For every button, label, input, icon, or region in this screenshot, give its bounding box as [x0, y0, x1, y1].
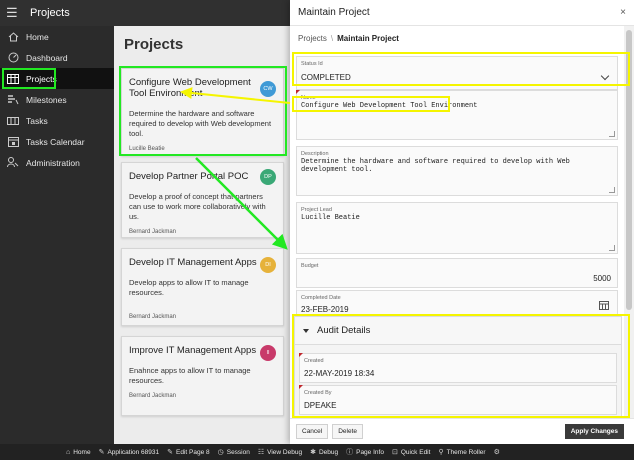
resize-handle-icon[interactable] — [609, 187, 615, 193]
breadcrumb-parent[interactable]: Projects — [298, 34, 327, 43]
budget-field[interactable]: Budget 5000 — [296, 258, 618, 288]
devbar-home[interactable]: ⌂ Home — [66, 449, 91, 456]
resize-handle-icon[interactable] — [609, 245, 615, 251]
page-title: Projects — [124, 36, 184, 53]
field-value: Lucille Beatie — [301, 214, 360, 222]
settings-icon: ⚙ — [493, 449, 500, 456]
breadcrumb-separator: \ — [330, 34, 334, 43]
sidebar-item-label: Tasks — [26, 115, 48, 126]
card-description: Enahnce apps to allow IT to manage resou… — [129, 366, 251, 385]
description-field[interactable]: Description Determine the hardware and s… — [296, 146, 618, 196]
devbar-edit-page[interactable]: ✎ Edit Page 8 — [167, 448, 209, 457]
theme-roller-icon: ⚲ — [438, 449, 444, 456]
breadcrumb-current: Maintain Project — [337, 34, 399, 43]
quick-edit-icon: ⊡ — [391, 449, 398, 456]
devbar-page-info[interactable]: ⓘ Page Info — [346, 447, 384, 457]
devbar-theme-roller[interactable]: ⚲ Theme Roller — [438, 448, 485, 457]
edit-page-icon: ✎ — [167, 449, 174, 456]
home-icon — [6, 31, 20, 42]
devbar-debug[interactable]: ✱ Debug — [310, 448, 338, 457]
home-icon: ⌂ — [66, 448, 71, 456]
close-icon[interactable]: × — [620, 7, 626, 18]
card-description: Develop a proof of concept that partners… — [129, 192, 266, 221]
sidebar-item-label: Milestones — [26, 94, 67, 105]
apply-changes-button[interactable]: Apply Changes — [564, 424, 624, 439]
cancel-button[interactable]: Cancel — [296, 424, 329, 439]
dialog-footer: Cancel Delete Apply Changes — [290, 418, 634, 444]
calendar-icon — [6, 136, 20, 147]
sidebar-item-tasks[interactable]: Tasks — [0, 110, 114, 131]
card-avatar: DP — [260, 169, 276, 185]
card-highlight — [119, 66, 287, 156]
project-card[interactable]: Improve IT Management Apps II Enahnce ap… — [121, 336, 284, 416]
view-debug-icon: ☷ — [257, 449, 265, 456]
developer-toolbar: ⌂ Home ✎ Application 68931 ✎ Edit Page 8 ◷ S… — [0, 444, 634, 460]
hamburger-menu-icon[interactable]: ☰ — [6, 5, 26, 21]
devbar-session[interactable]: ◷ Session — [217, 448, 250, 457]
dialog-header: Maintain Project × — [290, 0, 634, 26]
card-title: Improve IT Management Apps — [129, 345, 257, 356]
resize-handle-icon[interactable] — [609, 131, 615, 137]
project-card[interactable]: Develop Partner Portal POC DP Develop a … — [121, 162, 284, 238]
status-highlight — [292, 52, 630, 86]
tasks-icon — [6, 116, 20, 126]
administration-icon — [6, 157, 20, 168]
info-icon: ⓘ — [346, 449, 354, 456]
debug-icon: ✱ — [310, 449, 316, 456]
app-title: Projects — [30, 7, 70, 19]
sidebar-item-label: Administration — [26, 157, 80, 168]
card-description: Develop apps to allow IT to manage resou… — [129, 278, 249, 297]
sidebar-item-milestones[interactable]: Milestones — [0, 89, 114, 110]
sidebar-item-label: Home — [26, 31, 49, 42]
calendar-icon[interactable] — [599, 301, 609, 312]
project-card[interactable]: Develop IT Management Apps DI Develop ap… — [121, 248, 284, 326]
sidebar-item-label: Dashboard — [26, 52, 68, 63]
name-highlight — [292, 96, 450, 112]
delete-button[interactable]: Delete — [332, 424, 364, 439]
sidebar-item-label: Tasks Calendar — [26, 136, 85, 147]
card-avatar: II — [260, 345, 276, 361]
field-value: 23-FEB-2019 — [301, 305, 349, 314]
field-label: Completed Date — [301, 295, 341, 301]
card-title: Develop Partner Portal POC — [129, 171, 249, 182]
field-label: Budget — [301, 263, 319, 269]
projects-nav-highlight — [2, 68, 56, 89]
devbar-application[interactable]: ✎ Application 68931 — [98, 448, 160, 457]
sidebar-item-tasks-calendar[interactable]: Tasks Calendar — [0, 131, 114, 152]
required-indicator — [296, 90, 300, 94]
milestones-icon — [6, 94, 20, 105]
project-lead-field[interactable]: Project Lead Lucille Beatie — [296, 202, 618, 254]
dialog-title: Maintain Project — [298, 7, 370, 18]
breadcrumb: Projects \ Maintain Project — [298, 34, 399, 43]
card-title: Develop IT Management Apps — [129, 257, 257, 268]
sidebar-item-administration[interactable]: Administration — [0, 152, 114, 173]
sidebar-item-home[interactable]: Home — [0, 26, 114, 47]
devbar-quick-edit[interactable]: ⊡ Quick Edit — [391, 448, 431, 457]
dashboard-icon — [6, 52, 20, 63]
field-value: 5000 — [593, 274, 611, 283]
edit-application-icon: ✎ — [98, 449, 105, 456]
devbar-view-debug[interactable]: ☷ View Debug — [257, 448, 302, 457]
sidebar-item-dashboard[interactable]: Dashboard — [0, 47, 114, 68]
card-lead: Bernard Jackman — [129, 229, 177, 235]
session-icon: ◷ — [217, 449, 224, 456]
field-label: Project Lead — [301, 207, 332, 213]
devbar-settings[interactable]: ⚙ — [494, 448, 503, 456]
field-label: Description — [301, 151, 329, 157]
card-lead: Bernard Jackman — [129, 314, 177, 320]
field-value: Determine the hardware and software requ… — [301, 158, 570, 174]
card-avatar: DI — [260, 257, 276, 273]
card-lead: Bernard Jackman — [129, 393, 177, 399]
audit-highlight — [292, 314, 630, 418]
